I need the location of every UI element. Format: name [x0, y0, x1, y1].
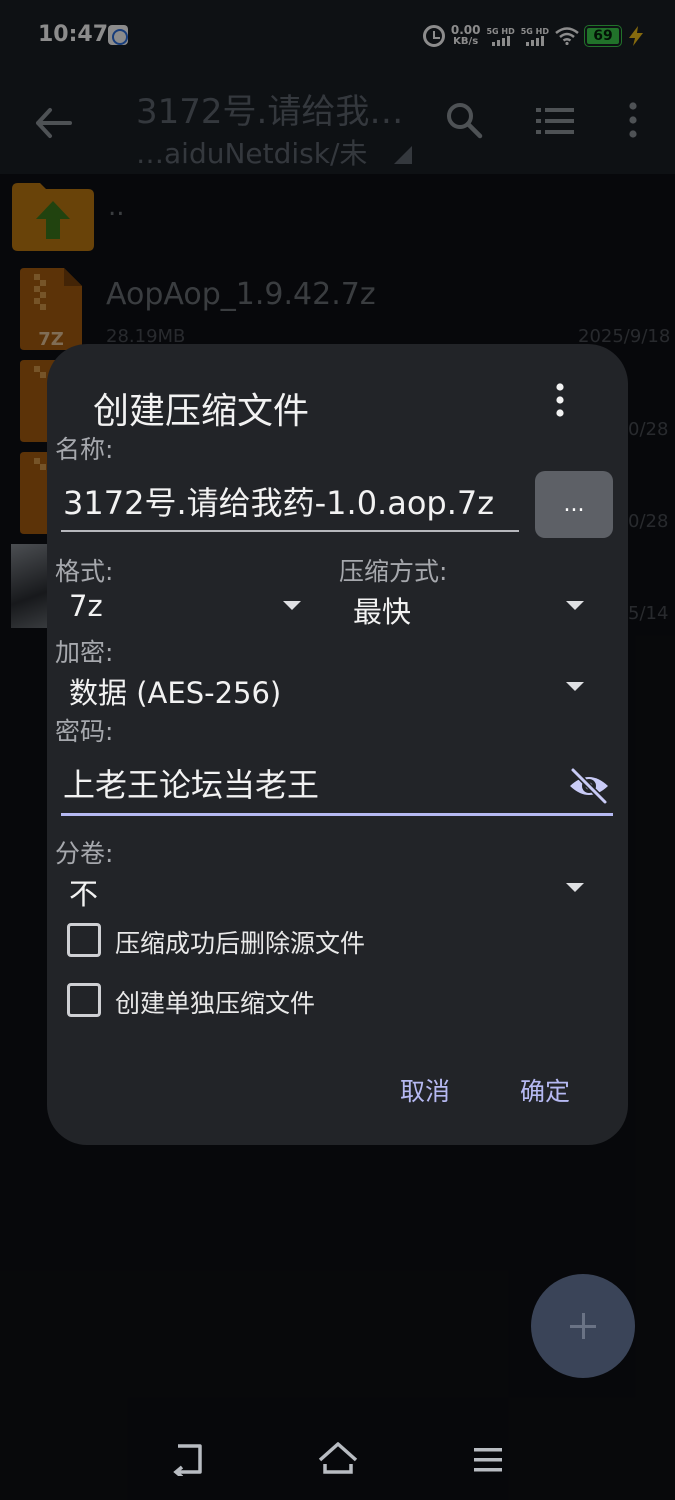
- add-fab-button[interactable]: [531, 1274, 635, 1378]
- browse-button[interactable]: ...: [535, 471, 613, 538]
- encryption-select[interactable]: 数据 (AES-256): [69, 670, 281, 712]
- encryption-dropdown-arrow[interactable]: [566, 682, 584, 691]
- dialog-title: 创建压缩文件: [93, 391, 310, 432]
- separate-archives-label[interactable]: 创建单独压缩文件: [115, 984, 315, 1020]
- nav-recents-icon[interactable]: [472, 1446, 504, 1474]
- delete-source-checkbox[interactable]: [67, 923, 101, 957]
- split-volume-select[interactable]: 不: [69, 871, 98, 913]
- separate-archives-checkbox[interactable]: [67, 983, 101, 1017]
- dialog-more-options-icon[interactable]: [547, 382, 573, 418]
- nav-back-icon[interactable]: [170, 1442, 206, 1476]
- compression-method-label: 压缩方式:: [339, 557, 448, 586]
- password-input[interactable]: 上老王论坛当老王: [61, 754, 613, 816]
- compression-method-dropdown-arrow[interactable]: [566, 601, 584, 610]
- delete-source-label[interactable]: 压缩成功后删除源文件: [115, 924, 365, 960]
- format-dropdown-arrow[interactable]: [283, 601, 301, 610]
- archive-name-input[interactable]: 3172号.请给我药-1.0.aop.7z: [61, 474, 519, 532]
- cancel-button[interactable]: 取消: [400, 1072, 450, 1108]
- ok-button[interactable]: 确定: [520, 1072, 570, 1108]
- split-volume-label: 分卷:: [55, 839, 114, 868]
- name-label: 名称:: [55, 435, 114, 464]
- create-archive-dialog: 创建压缩文件 名称: 3172号.请给我药-1.0.aop.7z ... 格式:…: [47, 344, 628, 1145]
- hide-password-eye-icon[interactable]: [567, 766, 611, 806]
- format-label: 格式:: [55, 557, 114, 586]
- password-label: 密码:: [55, 717, 114, 746]
- nav-home-icon[interactable]: [318, 1440, 358, 1476]
- encryption-label: 加密:: [55, 638, 114, 667]
- split-volume-dropdown-arrow[interactable]: [566, 883, 584, 892]
- format-select[interactable]: 7z: [69, 589, 103, 623]
- compression-method-select[interactable]: 最快: [353, 589, 411, 631]
